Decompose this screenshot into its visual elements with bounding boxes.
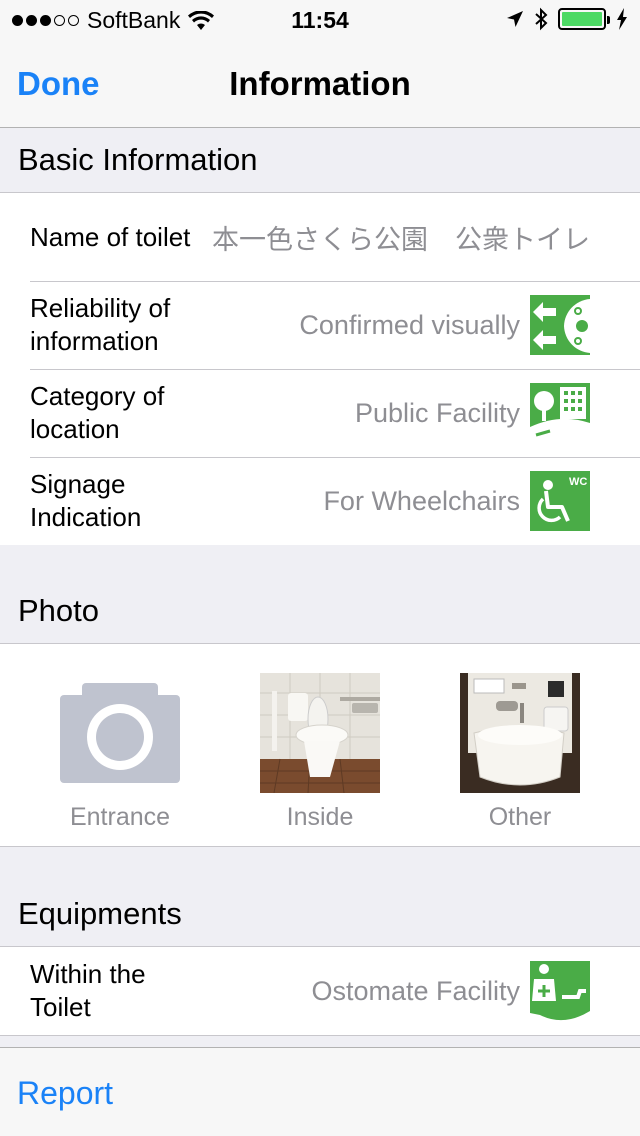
photo-inside[interactable]: Inside bbox=[260, 673, 380, 832]
report-button[interactable]: Report bbox=[17, 1075, 113, 1112]
toilet-name-value: 本一色さくら公園 公衆トイレ bbox=[212, 224, 590, 255]
status-bar: SoftBank 11:54 bbox=[0, 0, 640, 40]
toilet-inside-photo bbox=[260, 673, 380, 793]
section-header-equipments: Equipments bbox=[0, 848, 640, 946]
section-header-basic: Basic Information bbox=[0, 129, 640, 192]
reliability-value: Confirmed visually bbox=[299, 309, 520, 340]
public-facility-icon bbox=[530, 383, 590, 443]
camera-placeholder-icon bbox=[60, 673, 180, 793]
status-right bbox=[506, 7, 628, 31]
row-label: Category of location bbox=[30, 381, 165, 444]
photo-entrance[interactable]: Entrance bbox=[60, 673, 180, 832]
row-label: Within the Toilet bbox=[30, 959, 146, 1022]
ostomate-icon bbox=[530, 961, 590, 1021]
row-label: Reliability of information bbox=[30, 293, 171, 356]
row-reliability[interactable]: Reliability of information Confirmed vis… bbox=[0, 281, 640, 369]
battery-icon bbox=[558, 8, 610, 30]
row-within-toilet[interactable]: Within the Toilet Ostomate Facility bbox=[0, 947, 640, 1035]
photo-group: Entrance Inside Other bbox=[0, 643, 640, 847]
signage-value: For Wheelchairs bbox=[323, 485, 520, 516]
photo-caption: Other bbox=[488, 803, 552, 831]
charging-bolt-icon bbox=[617, 8, 627, 30]
row-label: Name of toilet bbox=[30, 221, 191, 252]
bottom-toolbar: Report bbox=[0, 1047, 640, 1136]
row-label: Signage Indication bbox=[30, 469, 142, 532]
washbasin-photo bbox=[460, 673, 580, 793]
section-title: Equipments bbox=[18, 896, 182, 931]
row-name-of-toilet[interactable]: Name of toilet 本一色さくら公園 公衆トイレ bbox=[0, 193, 640, 281]
wheelchair-wc-icon: WC bbox=[530, 471, 590, 531]
bluetooth-icon bbox=[535, 7, 548, 31]
confirmed-visually-icon bbox=[530, 295, 590, 355]
svg-text:WC: WC bbox=[569, 476, 587, 488]
equipment-value: Ostomate Facility bbox=[311, 975, 520, 1006]
basic-information-group: Name of toilet 本一色さくら公園 公衆トイレ Reliabilit… bbox=[0, 192, 640, 546]
section-title: Basic Information bbox=[18, 142, 258, 177]
navigation-bar: Done Information bbox=[0, 40, 640, 128]
row-signage[interactable]: Signage Indication For Wheelchairs WC bbox=[0, 457, 640, 545]
section-header-photo: Photo bbox=[0, 545, 640, 643]
photo-caption: Entrance bbox=[69, 803, 171, 831]
photo-other[interactable]: Other bbox=[460, 673, 580, 832]
page-title: Information bbox=[229, 65, 411, 102]
row-category[interactable]: Category of location Public Facility bbox=[0, 369, 640, 457]
section-title: Photo bbox=[18, 593, 100, 628]
category-value: Public Facility bbox=[354, 397, 520, 428]
photo-caption: Inside bbox=[286, 803, 354, 831]
equipments-group: Within the Toilet Ostomate Facility bbox=[0, 946, 640, 1036]
location-arrow-icon bbox=[507, 11, 523, 27]
